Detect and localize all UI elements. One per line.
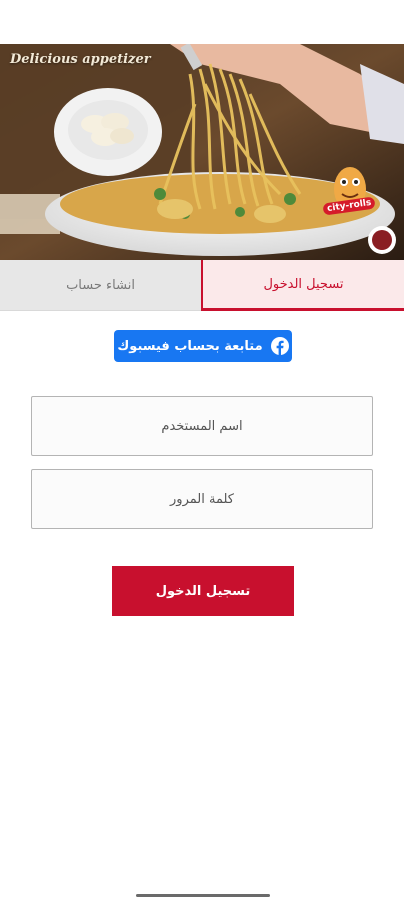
food-photo — [0, 44, 404, 260]
facebook-icon — [270, 337, 289, 355]
status-bar — [0, 0, 404, 44]
password-input[interactable] — [31, 469, 373, 529]
hero-image: Delicious appetizer city-rolls — [0, 44, 404, 260]
username-input[interactable] — [31, 396, 373, 456]
facebook-login-label: متابعة بحساب فيسبوك — [117, 338, 263, 354]
facebook-login-button[interactable]: متابعة بحساب فيسبوك — [114, 330, 292, 362]
tab-register[interactable]: انشاء حساب — [0, 260, 201, 311]
login-submit-button[interactable]: تسجيل الدخول — [112, 566, 294, 616]
home-indicator[interactable] — [136, 894, 270, 897]
auth-tabs: تسجيل الدخول انشاء حساب — [0, 260, 404, 311]
banner-text: Delicious appetizer — [10, 52, 151, 67]
tab-login[interactable]: تسجيل الدخول — [201, 260, 404, 311]
